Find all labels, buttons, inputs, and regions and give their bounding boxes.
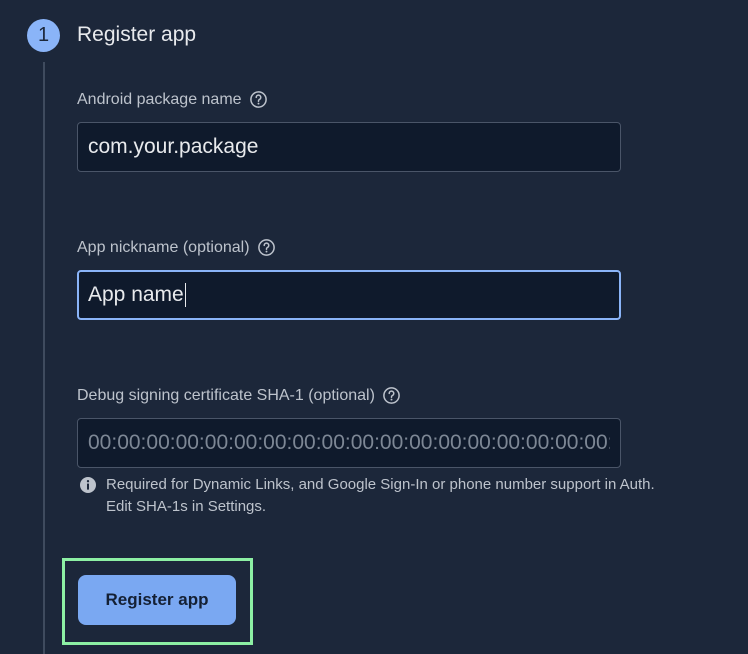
- text-caret: [184, 283, 186, 307]
- step-number-badge: 1: [27, 19, 60, 52]
- question-circle-icon[interactable]: [249, 90, 268, 109]
- package-name-input[interactable]: com.your.package: [77, 122, 621, 172]
- step-number: 1: [37, 24, 50, 46]
- nickname-label-row: App nickname (optional): [77, 238, 276, 257]
- note-text: Required for Dynamic Links, and Google S…: [106, 474, 655, 518]
- package-name-label: Android package name: [77, 90, 242, 108]
- sha1-label: Debug signing certificate SHA-1 (optiona…: [77, 386, 375, 404]
- sha1-label-row: Debug signing certificate SHA-1 (optiona…: [77, 386, 401, 405]
- register-app-button[interactable]: Register app: [78, 575, 236, 625]
- nickname-input[interactable]: App name: [77, 270, 621, 320]
- info-icon: [79, 476, 97, 494]
- register-app-panel: 1 Register app Android package name com.…: [0, 0, 748, 654]
- sha1-info-note: Required for Dynamic Links, and Google S…: [79, 474, 729, 518]
- nickname-value: App name: [88, 283, 184, 306]
- package-name-value: com.your.package: [88, 135, 259, 158]
- question-circle-icon[interactable]: [257, 238, 276, 257]
- sha1-placeholder: 00:00:00:00:00:00:00:00:00:00:00:00:00:0…: [88, 431, 610, 454]
- step-connector-line: [43, 62, 45, 654]
- register-app-button-label: Register app: [105, 590, 209, 609]
- step-title: Register app: [77, 23, 197, 46]
- note-line-1: Required for Dynamic Links, and Google S…: [106, 476, 655, 493]
- sha1-input[interactable]: 00:00:00:00:00:00:00:00:00:00:00:00:00:0…: [77, 418, 621, 468]
- question-circle-icon[interactable]: [382, 386, 401, 405]
- package-name-label-row: Android package name: [77, 90, 268, 109]
- nickname-label: App nickname (optional): [77, 238, 250, 256]
- note-line-2: Edit SHA-1s in Settings.: [106, 498, 267, 515]
